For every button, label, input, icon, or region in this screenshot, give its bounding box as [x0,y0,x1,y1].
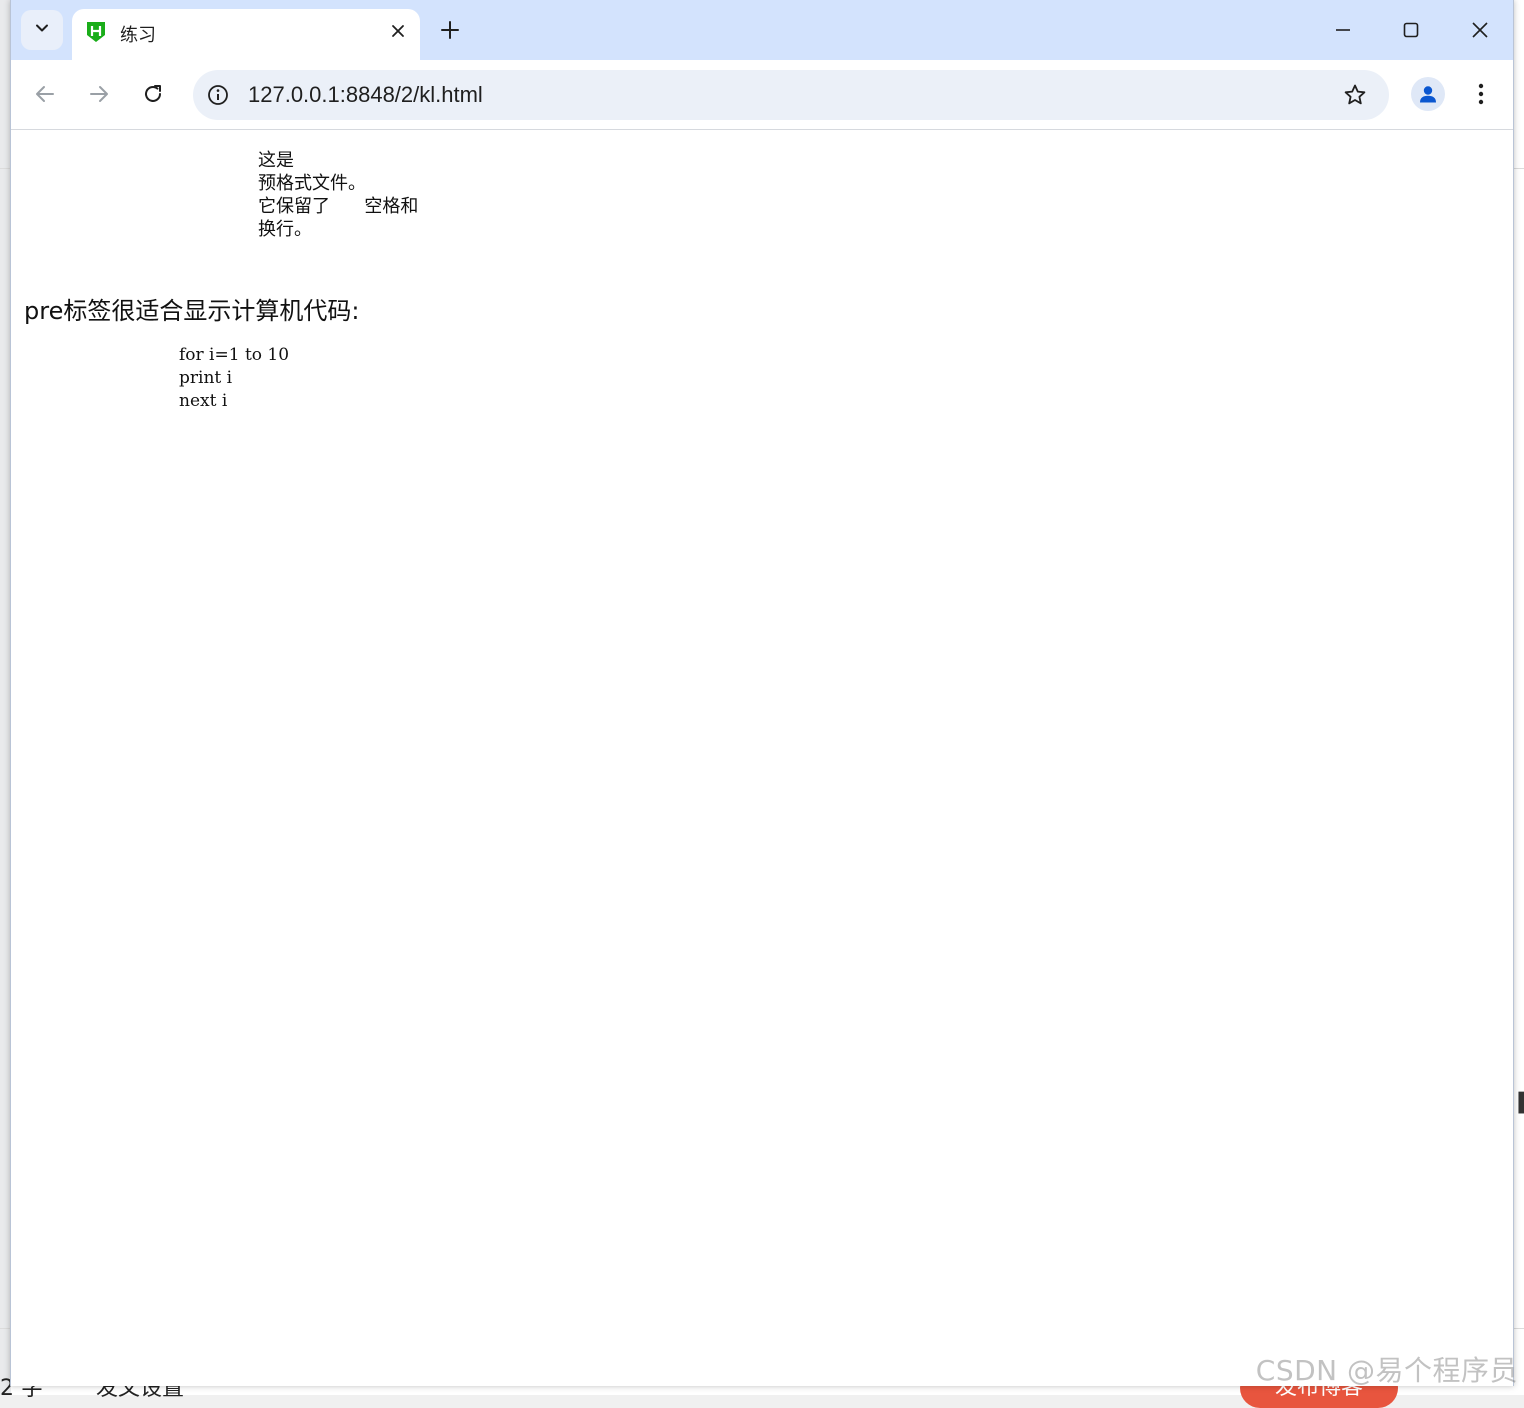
page-heading: pre标签很适合显示计算机代码: [24,291,359,326]
browser-toolbar: 127.0.0.1:8848/2/kl.html [11,60,1513,130]
minimize-icon [1335,22,1351,38]
csdn-watermark: CSDN @易个程序员 [1256,1349,1518,1389]
code-line: for i=1 to 10 [179,344,289,367]
browser-window: 练习 127.0. [10,0,1514,1386]
page-viewport: 这是预格式文件。它保留了 空格和换行。 pre标签很适合显示计算机代码: for… [11,131,1513,1386]
minimize-button[interactable] [1325,14,1361,46]
pre-line: 它保留了 空格和 [258,195,418,218]
arrow-left-icon [34,83,56,105]
tab-strip: 练习 [11,0,1513,60]
preformatted-text: 这是预格式文件。它保留了 空格和换行。 [258,149,418,241]
chevron-down-icon [35,21,49,40]
maximize-icon [1403,22,1419,38]
browser-menu-button[interactable] [1469,77,1493,111]
pre-line: 这是 [258,149,418,172]
maximize-button[interactable] [1393,14,1429,46]
profile-button[interactable] [1411,77,1445,111]
star-icon [1343,83,1367,107]
back-button[interactable] [27,76,63,112]
code-line: print i [179,367,289,390]
pre-line: 换行。 [258,218,418,241]
address-bar[interactable]: 127.0.0.1:8848/2/kl.html [193,70,1389,120]
person-icon [1417,83,1439,105]
kebab-menu-icon [1478,83,1484,105]
info-icon [207,84,229,106]
tab-title: 练习 [120,21,156,47]
code-block: for i=1 to 10print inext i [179,344,289,413]
plus-icon [441,21,459,39]
close-icon [391,24,405,38]
forward-button[interactable] [81,76,117,112]
tab-active[interactable]: 练习 [72,9,420,60]
bookmark-button[interactable] [1341,81,1369,109]
reload-button[interactable] [135,76,171,112]
close-tab-button[interactable] [386,19,410,43]
url-text[interactable]: 127.0.0.1:8848/2/kl.html [248,82,483,108]
tab-search-button[interactable] [21,10,63,50]
pre-line: 预格式文件。 [258,172,418,195]
new-tab-button[interactable] [436,16,464,44]
arrow-right-icon [88,83,110,105]
reload-icon [142,83,164,105]
site-info-button[interactable] [205,82,231,108]
code-line: next i [179,390,289,413]
close-icon [1472,22,1488,38]
close-window-button[interactable] [1462,14,1498,46]
hbuilder-favicon-icon [86,21,106,43]
